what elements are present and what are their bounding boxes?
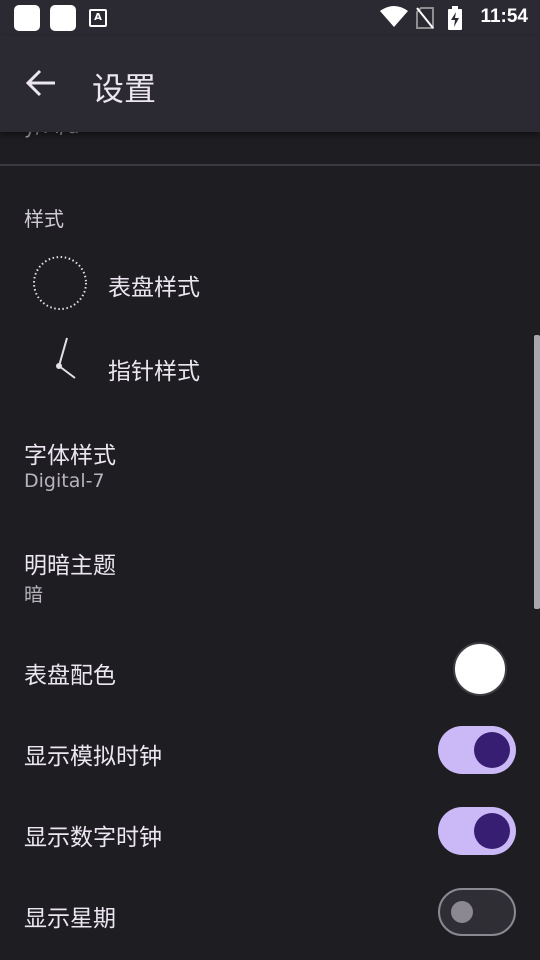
dial-face-icon [33,256,87,310]
clock-time: 11:54 [480,6,528,27]
theme-value: 暗 [24,584,44,606]
app-square-icon [50,5,76,31]
no-sim-icon [416,7,434,29]
dial-color-title: 表盘配色 [24,663,116,689]
app-bar: 设置 [0,36,540,132]
color-swatch[interactable] [453,642,507,696]
scrollbar[interactable] [534,335,540,609]
weekday-label: 显示星期 [24,906,116,932]
theme-title: 明暗主题 [24,553,116,579]
switch-thumb [474,813,510,849]
analog-clock-switch[interactable] [438,726,516,774]
clock-hands-icon [56,337,76,379]
font-style-value: Digital-7 [24,470,105,492]
switch-thumb [451,901,473,923]
status-bar: A 11:54 [0,0,540,36]
page-title: 设置 [92,70,157,108]
wifi-icon [380,6,408,27]
switch-thumb [474,732,510,768]
section-header-style: 样式 [24,207,64,231]
notification-a-icon: A [89,9,107,27]
app-square-icon [14,5,40,31]
digital-clock-switch[interactable] [438,807,516,855]
hand-style-label: 指针样式 [108,359,200,385]
font-style-title: 字体样式 [24,443,116,469]
weekday-switch[interactable] [438,888,516,936]
divider [0,164,540,166]
digital-clock-label: 显示数字时钟 [24,825,162,851]
dial-style-label: 表盘样式 [108,275,200,301]
arrow-left-icon[interactable] [26,69,56,97]
analog-clock-label: 显示模拟时钟 [24,744,162,770]
battery-charging-icon [448,6,462,30]
